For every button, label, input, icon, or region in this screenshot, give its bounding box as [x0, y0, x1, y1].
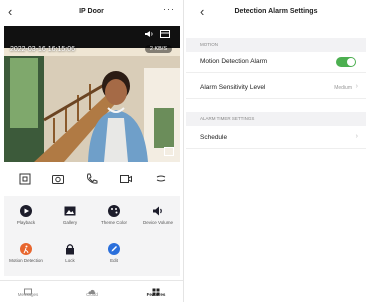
- lock-icon: [63, 242, 77, 256]
- fullscreen-icon[interactable]: [164, 147, 174, 156]
- feature-playback[interactable]: Playback: [4, 200, 48, 236]
- record-icon[interactable]: [119, 172, 133, 186]
- live-video[interactable]: 2022-03-16 16:15:06 2 KB/S: [4, 26, 180, 162]
- tab-messages[interactable]: Messages: [8, 283, 48, 297]
- tab-features[interactable]: Features: [136, 283, 176, 297]
- feature-label: Motion Detection: [9, 258, 43, 263]
- message-icon: [24, 283, 32, 295]
- feature-label: Playback: [16, 220, 36, 225]
- row-label: Schedule: [200, 134, 228, 141]
- feature-theme-color[interactable]: Theme Color: [92, 200, 136, 236]
- detection-alarm-settings-screen: ‹ Detection Alarm Settings MOTION Motion…: [186, 0, 366, 302]
- motion-alarm-toggle[interactable]: [336, 57, 356, 67]
- feature-edit[interactable]: Edit: [92, 238, 136, 274]
- grid-icon: [152, 283, 160, 296]
- toggle-knob: [347, 58, 355, 66]
- video-timestamp: 2022-03-16 16:15:06: [10, 46, 75, 53]
- feature-device-volume[interactable]: Device Volume: [136, 200, 180, 236]
- top-bar: ‹ Detection Alarm Settings: [186, 0, 366, 26]
- motion-detection-alarm-row: Motion Detection Alarm: [186, 52, 366, 73]
- layout-icon[interactable]: [160, 30, 170, 38]
- palette-icon: [107, 204, 121, 218]
- speaker-icon[interactable]: [144, 30, 154, 38]
- more-chevron-icon[interactable]: [154, 172, 168, 186]
- more-dots-icon[interactable]: ···: [163, 4, 175, 14]
- video-controls: [4, 168, 180, 190]
- alarm-sensitivity-row[interactable]: Alarm Sensitivity Level Medium ›: [186, 78, 366, 99]
- tab-label: Cloud: [86, 292, 98, 297]
- screenshot-icon[interactable]: [18, 172, 32, 186]
- feature-label: Edit: [110, 258, 118, 263]
- volume-icon: [151, 204, 165, 218]
- sensitivity-value: Medium: [334, 85, 352, 91]
- play-icon: [19, 204, 33, 218]
- feature-motion-detection[interactable]: Motion Detection: [4, 238, 48, 274]
- top-bar: ‹ IP Door ···: [0, 0, 183, 26]
- chevron-right-icon: ›: [355, 133, 358, 140]
- camera-scene-image: [4, 48, 180, 162]
- feature-label: Theme Color: [100, 220, 127, 225]
- tab-label: Features: [146, 292, 166, 297]
- edit-icon: [107, 242, 121, 256]
- feature-lock[interactable]: Lock: [48, 238, 92, 274]
- schedule-row[interactable]: Schedule ›: [186, 128, 366, 149]
- camera-icon[interactable]: [51, 172, 65, 186]
- gallery-icon: [63, 204, 77, 218]
- features-grid: Playback Gallery Theme Color Device Volu…: [4, 196, 180, 276]
- live-view-screen: ‹ IP Door ··· 2022-03-16 16:15:06 2 KB/S…: [0, 0, 184, 302]
- feature-label: Lock: [65, 258, 75, 263]
- tab-label: Messages: [17, 292, 39, 297]
- cloud-icon: [88, 283, 96, 294]
- row-label: Motion Detection Alarm: [200, 58, 268, 65]
- tab-cloud[interactable]: Cloud: [72, 283, 112, 297]
- chevron-right-icon: ›: [355, 83, 358, 90]
- feature-gallery[interactable]: Gallery: [48, 200, 92, 236]
- phone-icon[interactable]: [85, 172, 99, 186]
- feature-label: Gallery: [62, 220, 78, 225]
- section-header-motion: MOTION: [186, 38, 366, 52]
- section-header-alarm-timer: ALARM TIMER SETTINGS: [186, 112, 366, 126]
- bitrate-badge: 2 KB/S: [144, 45, 172, 53]
- row-label: Alarm Sensitivity Level: [200, 84, 266, 91]
- page-title: Detection Alarm Settings: [234, 8, 318, 15]
- motion-icon: [19, 242, 33, 256]
- page-title: IP Door: [79, 8, 104, 15]
- bottom-tab-bar: Messages Cloud Features: [0, 280, 183, 302]
- feature-label: Device Volume: [142, 220, 173, 225]
